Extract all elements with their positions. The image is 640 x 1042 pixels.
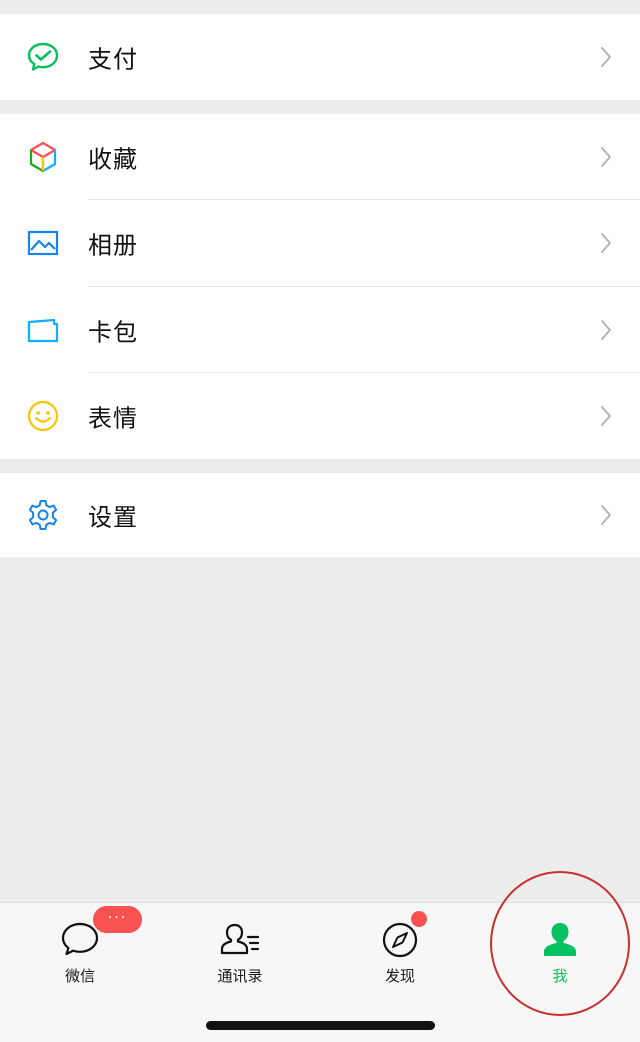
tab-discover[interactable]: 发现 (320, 917, 480, 993)
menu-label-album: 相册 (88, 231, 138, 260)
sticker-icon (26, 399, 60, 433)
favorites-icon (26, 140, 60, 174)
tab-label-contacts: 通讯录 (217, 967, 263, 985)
gear-icon (26, 498, 60, 532)
chats-unread-badge: ··· (93, 906, 142, 933)
menu-row-stickers[interactable]: 表情 (0, 373, 640, 459)
settings-group: 设置 (0, 473, 640, 557)
features-group: 收藏 相册 卡包 表情 (0, 114, 640, 459)
menu-row-card-wallet[interactable]: 卡包 (0, 287, 640, 373)
tab-contacts[interactable]: 通讯录 (160, 917, 320, 993)
me-page: 支付 收藏 相册 卡包 表情 设置 微信 通讯录 发现 我 ··· (0, 0, 640, 1042)
tab-label-discover: 发现 (384, 967, 415, 985)
pay-group: 支付 (0, 14, 640, 100)
menu-row-favorites[interactable]: 收藏 (0, 114, 640, 201)
annotation-circle (490, 871, 630, 1016)
menu-row-pay[interactable]: 支付 (0, 14, 640, 100)
album-icon (26, 226, 60, 260)
menu-label-settings: 设置 (88, 503, 138, 532)
badge-dots: ··· (107, 909, 128, 926)
chevron-right-icon (600, 146, 612, 168)
menu-row-album[interactable]: 相册 (0, 200, 640, 287)
menu-label-pay: 支付 (88, 45, 138, 74)
menu-label-card-wallet: 卡包 (88, 318, 138, 347)
chevron-right-icon (600, 504, 612, 526)
menu-label-favorites: 收藏 (88, 145, 138, 174)
menu-row-settings[interactable]: 设置 (0, 473, 640, 557)
chevron-right-icon (600, 319, 612, 341)
chevron-right-icon (600, 46, 612, 68)
chevron-right-icon (600, 232, 612, 254)
card-wallet-icon (26, 313, 60, 347)
home-indicator[interactable] (206, 1021, 435, 1030)
chevron-right-icon (600, 405, 612, 427)
discover-red-dot (411, 911, 427, 927)
menu-label-stickers: 表情 (88, 404, 138, 433)
tab-label-chats: 微信 (64, 967, 95, 985)
pay-icon (26, 40, 60, 74)
contacts-icon (220, 919, 260, 959)
